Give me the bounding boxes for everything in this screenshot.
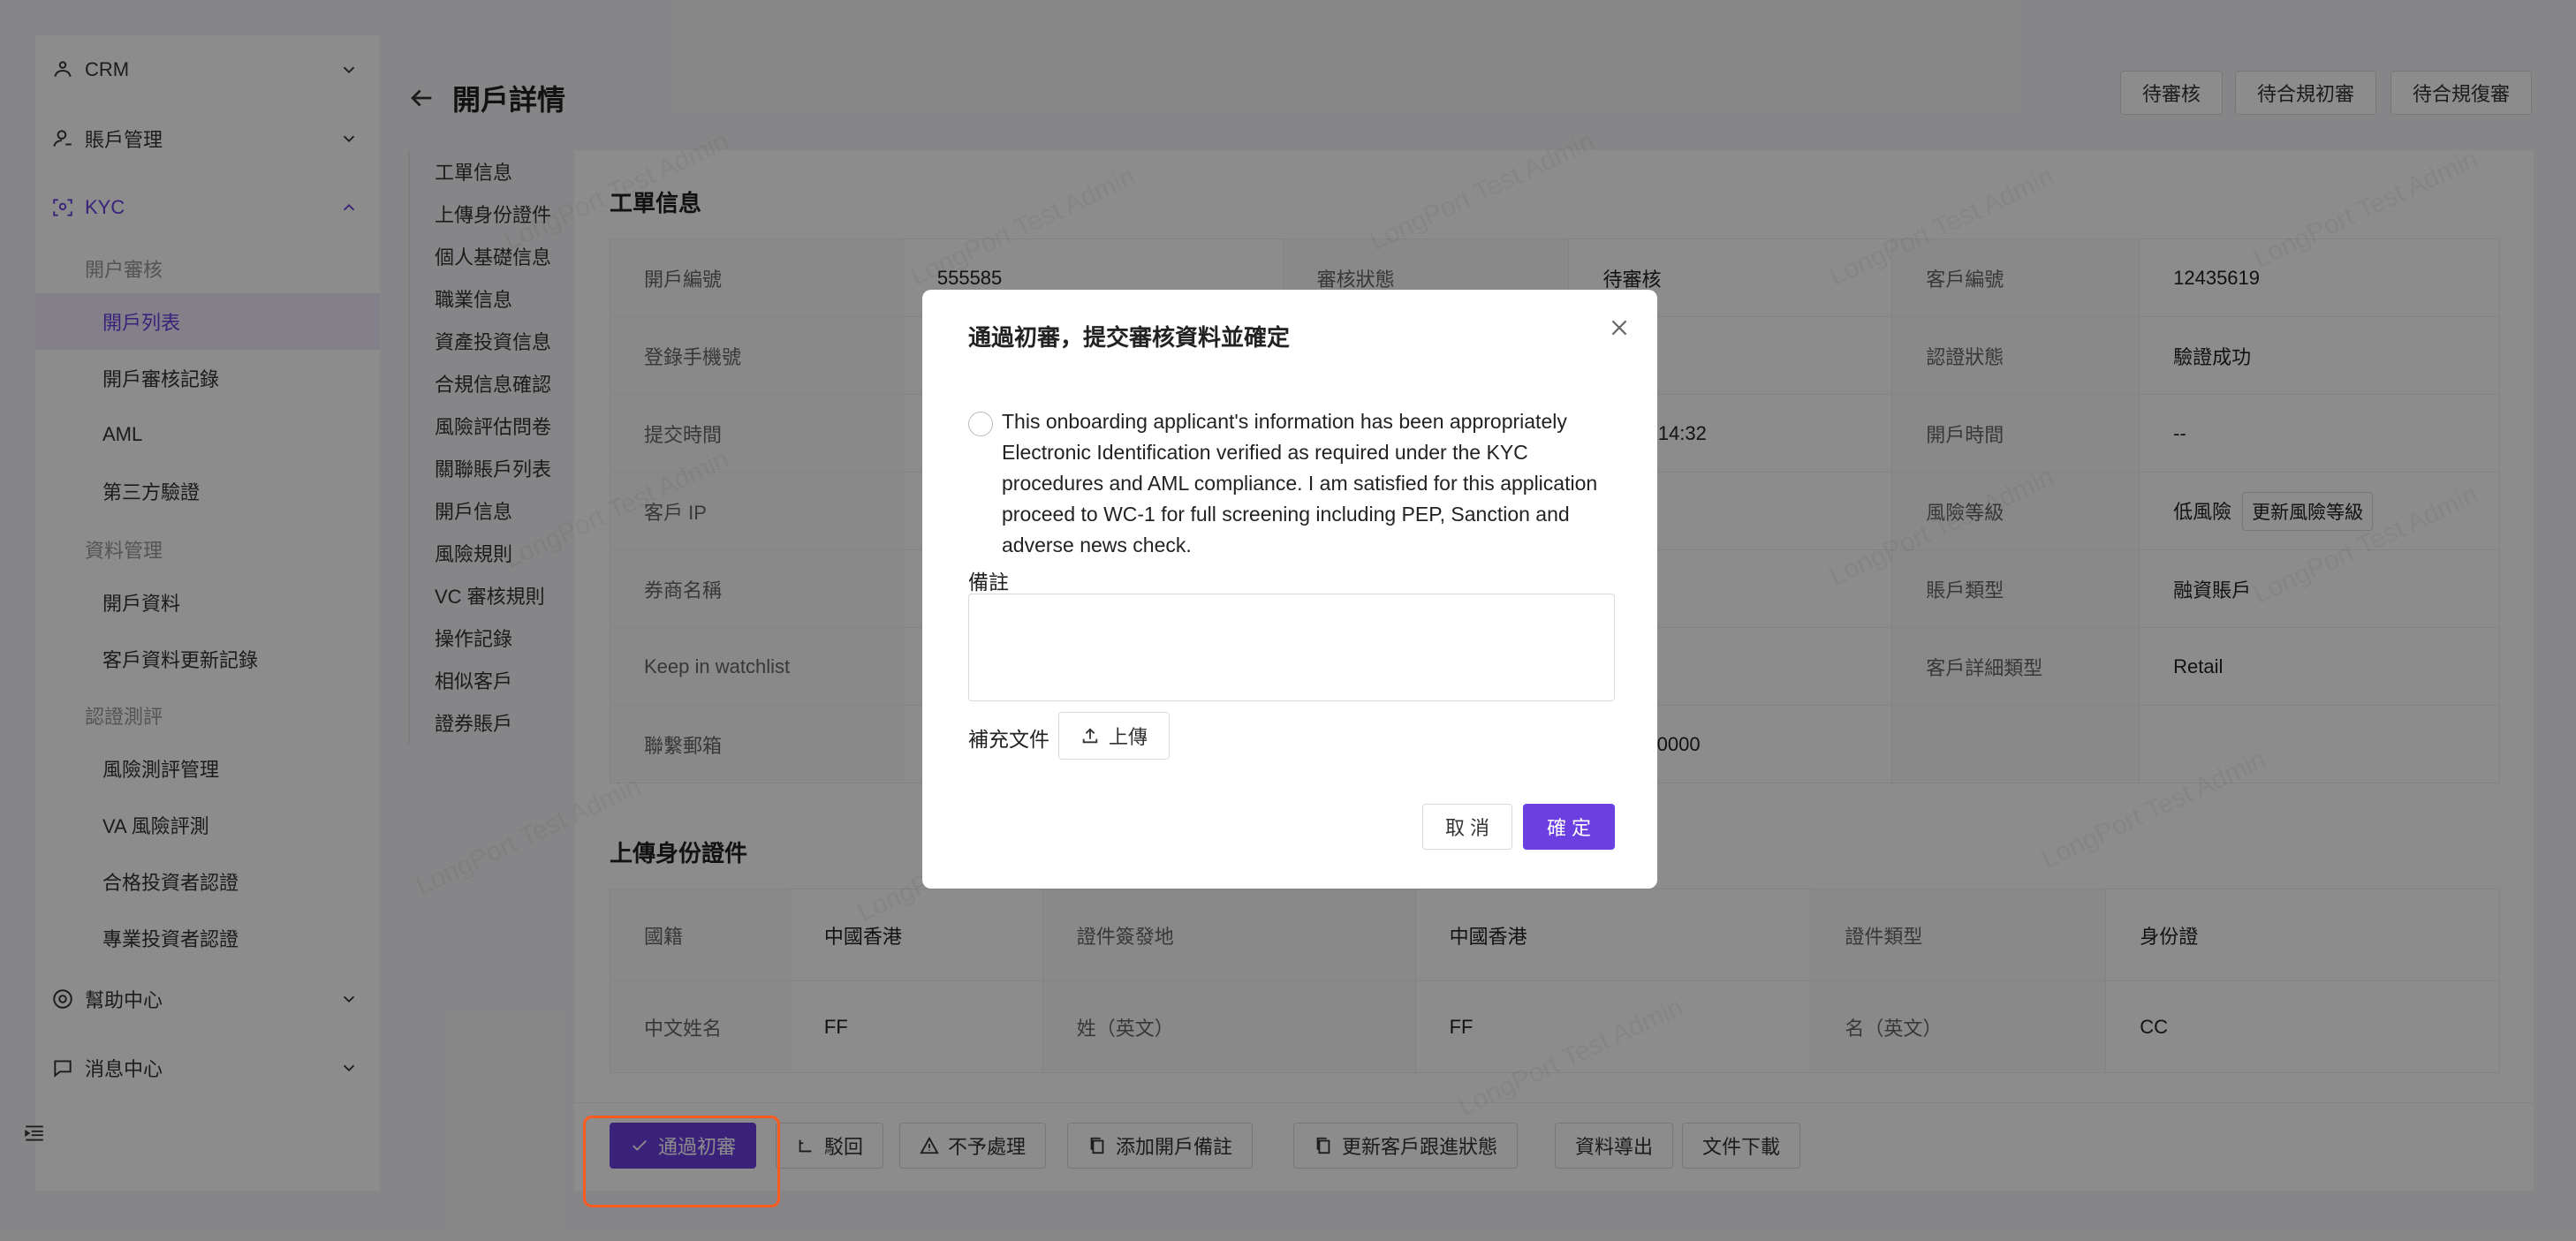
approve-initial-review-modal: 通過初審，提交審核資料並確定 This onboarding applicant… — [922, 290, 1657, 889]
close-icon[interactable] — [1608, 316, 1631, 339]
upload-button[interactable]: 上傳 — [1058, 712, 1171, 760]
declaration-radio[interactable] — [968, 412, 993, 436]
upload-label: 上傳 — [1109, 726, 1148, 748]
remark-textarea[interactable] — [968, 594, 1615, 701]
remark-label: 備註 — [968, 571, 1009, 594]
confirm-button[interactable]: 確 定 — [1523, 804, 1615, 850]
cancel-button[interactable]: 取 消 — [1422, 804, 1512, 850]
declaration-text: This onboarding applicant's information … — [1002, 410, 1598, 556]
highlight-box — [583, 1116, 780, 1207]
upload-icon — [1082, 728, 1098, 744]
attachment-label: 補充文件 — [968, 728, 1049, 751]
modal-title: 通過初審，提交審核資料並確定 — [968, 324, 1291, 351]
